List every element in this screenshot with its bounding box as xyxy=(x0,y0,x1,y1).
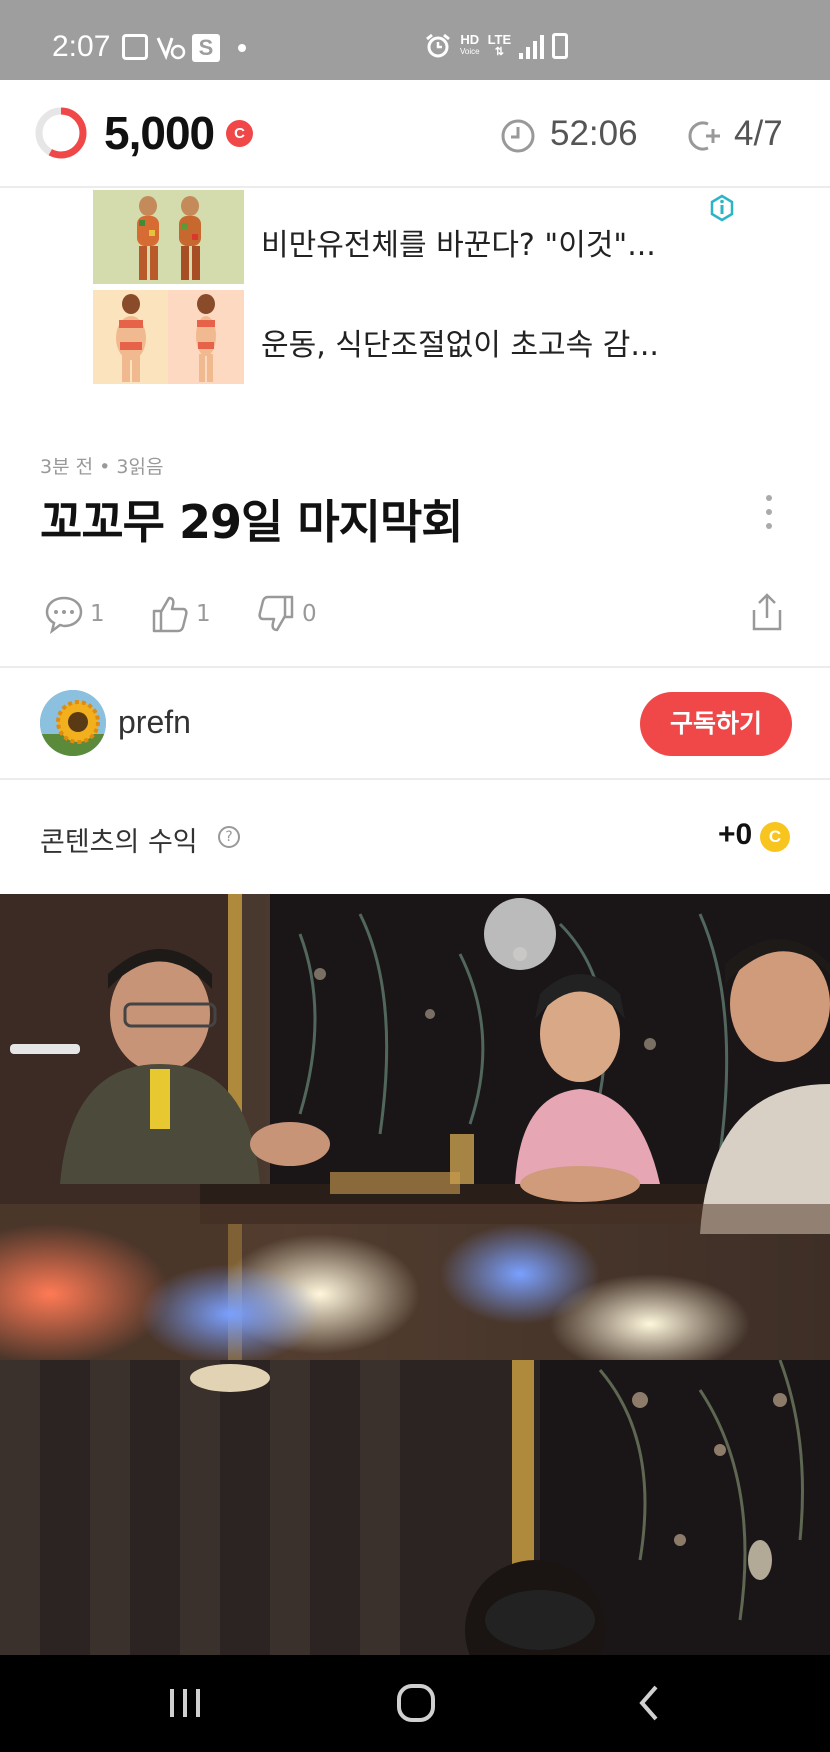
ad-section: 비만유전체를 바꾼다? "이것"... 운동, 식단조절없이 초고속 감... xyxy=(0,188,830,388)
like-count: 1 xyxy=(196,601,211,627)
lte-label: LTE xyxy=(487,32,512,47)
point-balance: 5,000 xyxy=(104,107,215,159)
s-app-badge: S xyxy=(192,34,220,62)
comment-icon xyxy=(45,596,83,634)
divider xyxy=(0,666,830,668)
post-title: 꼬꼬무 29일 마지막회 xyxy=(40,495,464,549)
read-progress: 4/7 xyxy=(734,114,783,153)
volte-icon xyxy=(156,37,186,61)
comment-button[interactable]: 1 xyxy=(44,594,105,634)
like-button[interactable]: 1 xyxy=(150,594,211,634)
share-icon[interactable] xyxy=(750,592,784,632)
ad-thumbnail-1 xyxy=(93,190,244,284)
ad-item-2[interactable]: 운동, 식단조절없이 초고속 감... xyxy=(93,290,733,384)
ad-thumbnail-2 xyxy=(93,290,244,384)
home-icon[interactable] xyxy=(386,1677,446,1729)
gold-coin-icon: C xyxy=(760,822,790,852)
clock-icon xyxy=(501,119,535,153)
status-time: 2:07 xyxy=(52,30,111,63)
comment-count: 1 xyxy=(90,601,105,627)
ad-text-1: 비만유전체를 바꾼다? "이것"... xyxy=(261,228,656,263)
notification-dot xyxy=(238,44,246,52)
author-avatar[interactable] xyxy=(40,690,106,756)
dislike-button[interactable]: 0 xyxy=(256,594,317,634)
subscribe-button[interactable]: 구독하기 xyxy=(640,692,792,756)
content-image-1[interactable] xyxy=(0,894,830,1360)
divider xyxy=(0,778,830,780)
lte-arrows-icon: ⇅ xyxy=(494,46,504,58)
thumbs-down-icon xyxy=(258,595,294,632)
recent-apps-icon[interactable] xyxy=(155,1677,215,1729)
dislike-count: 0 xyxy=(302,601,317,627)
post-meta: 3분 전 • 3읽음 xyxy=(40,456,164,478)
system-nav-bar xyxy=(0,1655,830,1752)
thumbs-up-icon xyxy=(152,596,188,633)
author-name[interactable]: prefn xyxy=(118,704,191,741)
timer-value: 52:06 xyxy=(550,114,638,153)
signal-icon xyxy=(519,33,545,59)
lte-indicator: LTE ⇅ xyxy=(487,32,512,58)
status-bar: 2:07 S HD Voice LTE ⇅ xyxy=(0,0,830,80)
coin-icon: C xyxy=(226,120,253,147)
battery-icon xyxy=(552,33,569,59)
ad-text-2: 운동, 식단조절없이 초고속 감... xyxy=(261,328,659,363)
message-icon xyxy=(122,34,148,60)
content-image-2[interactable] xyxy=(0,1360,830,1655)
earnings-label: 콘텐츠의 수익 xyxy=(40,827,198,858)
earnings-value: +0 xyxy=(718,818,753,851)
point-ring-icon[interactable] xyxy=(34,106,88,160)
more-vertical-icon[interactable] xyxy=(758,492,780,532)
hd-voice-indicator: HD Voice xyxy=(460,32,480,58)
hd-label: HD xyxy=(460,32,480,47)
post-actions: 1 1 0 xyxy=(0,590,830,640)
ad-item-1[interactable]: 비만유전체를 바꾼다? "이것"... xyxy=(93,190,733,284)
alarm-icon xyxy=(426,33,450,58)
back-icon[interactable] xyxy=(620,1677,680,1729)
coin-plus-icon xyxy=(688,121,720,151)
help-icon[interactable]: ? xyxy=(218,826,240,848)
status-icons: HD Voice LTE ⇅ xyxy=(424,32,569,60)
voice-label: Voice xyxy=(460,47,480,56)
app-bar: 5,000 C 52:06 4/7 xyxy=(0,80,830,188)
